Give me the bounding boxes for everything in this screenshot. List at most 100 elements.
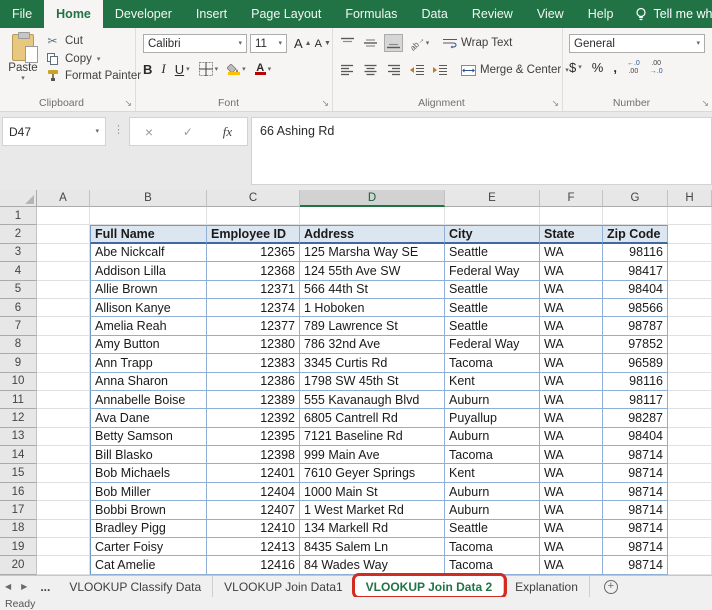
formula-input[interactable]: 66 Ashing Rd xyxy=(251,117,712,185)
row-header-10[interactable]: 10 xyxy=(0,373,37,391)
cell-F5[interactable]: WA xyxy=(540,281,603,299)
select-all-button[interactable] xyxy=(0,190,37,207)
decrease-indent-button[interactable] xyxy=(407,61,426,79)
cell-H1[interactable] xyxy=(668,207,712,225)
middle-align-button[interactable] xyxy=(361,34,380,52)
cell-D14[interactable]: 999 Main Ave xyxy=(300,446,445,464)
row-header-7[interactable]: 7 xyxy=(0,317,37,335)
cell-H4[interactable] xyxy=(668,262,712,280)
cell-F1[interactable] xyxy=(540,207,603,225)
clipboard-dialog-launcher-icon[interactable]: ↘ xyxy=(124,98,132,109)
cell-A19[interactable] xyxy=(37,538,90,556)
table-header-state[interactable]: State xyxy=(540,225,603,243)
cell-E3[interactable]: Seattle xyxy=(445,244,540,262)
cell-A18[interactable] xyxy=(37,520,90,538)
table-header-city[interactable]: City xyxy=(445,225,540,243)
name-box[interactable]: D47 ▾ xyxy=(2,117,106,146)
row-header-9[interactable]: 9 xyxy=(0,354,37,372)
cell-F16[interactable]: WA xyxy=(540,483,603,501)
cell-B7[interactable]: Amelia Reah xyxy=(90,317,207,335)
cell-F7[interactable]: WA xyxy=(540,317,603,335)
cell-C19[interactable]: 12413 xyxy=(207,538,300,556)
cell-C1[interactable] xyxy=(207,207,300,225)
cell-D12[interactable]: 6805 Cantrell Rd xyxy=(300,409,445,427)
cell-E1[interactable] xyxy=(445,207,540,225)
column-header-G[interactable]: G xyxy=(603,190,668,207)
cell-A4[interactable] xyxy=(37,262,90,280)
cell-D11[interactable]: 555 Kavanaugh Blvd xyxy=(300,391,445,409)
next-sheet-icon[interactable]: ▶ xyxy=(16,576,32,597)
cell-F20[interactable]: WA xyxy=(540,556,603,574)
cell-D17[interactable]: 1 West Market Rd xyxy=(300,501,445,519)
cell-B11[interactable]: Annabelle Boise xyxy=(90,391,207,409)
row-header-4[interactable]: 4 xyxy=(0,262,37,280)
orientation-button[interactable]: ab→ ▾ xyxy=(407,34,431,52)
font-name-select[interactable]: Calibri ▾ xyxy=(143,34,247,53)
table-header-address[interactable]: Address xyxy=(300,225,445,243)
cell-B12[interactable]: Ava Dane xyxy=(90,409,207,427)
cell-D6[interactable]: 1 Hoboken xyxy=(300,299,445,317)
font-size-select[interactable]: 11 ▾ xyxy=(250,34,287,53)
top-align-button[interactable] xyxy=(338,34,357,52)
cell-C15[interactable]: 12401 xyxy=(207,464,300,482)
cell-B16[interactable]: Bob Miller xyxy=(90,483,207,501)
cell-E17[interactable]: Auburn xyxy=(445,501,540,519)
cell-B20[interactable]: Cat Amelie xyxy=(90,556,207,574)
cell-C16[interactable]: 12404 xyxy=(207,483,300,501)
cell-G9[interactable]: 96589 xyxy=(603,354,668,372)
cell-E14[interactable]: Tacoma xyxy=(445,446,540,464)
cell-B15[interactable]: Bob Michaels xyxy=(90,464,207,482)
tell-me-box[interactable]: Tell me what you xyxy=(625,0,712,28)
cell-B18[interactable]: Bradley Pigg xyxy=(90,520,207,538)
cell-H8[interactable] xyxy=(668,336,712,354)
cell-F13[interactable]: WA xyxy=(540,428,603,446)
cell-F10[interactable]: WA xyxy=(540,373,603,391)
percent-style-button[interactable]: % xyxy=(592,60,604,75)
fill-color-button[interactable]: ▾ xyxy=(227,64,246,75)
align-right-button[interactable] xyxy=(384,61,403,79)
cell-C8[interactable]: 12380 xyxy=(207,336,300,354)
cell-B6[interactable]: Allison Kanye xyxy=(90,299,207,317)
row-header-17[interactable]: 17 xyxy=(0,501,37,519)
cell-E16[interactable]: Auburn xyxy=(445,483,540,501)
formula-bar-resize-handle[interactable]: ⋮ xyxy=(113,123,124,136)
cell-A1[interactable] xyxy=(37,207,90,225)
cell-C7[interactable]: 12377 xyxy=(207,317,300,335)
cell-F12[interactable]: WA xyxy=(540,409,603,427)
cell-F14[interactable]: WA xyxy=(540,446,603,464)
cell-A2[interactable] xyxy=(37,225,90,243)
cell-E8[interactable]: Federal Way xyxy=(445,336,540,354)
cell-A3[interactable] xyxy=(37,244,90,262)
row-header-20[interactable]: 20 xyxy=(0,556,37,574)
cell-F3[interactable]: WA xyxy=(540,244,603,262)
row-header-13[interactable]: 13 xyxy=(0,428,37,446)
cell-A10[interactable] xyxy=(37,373,90,391)
column-header-F[interactable]: F xyxy=(540,190,603,207)
cell-H10[interactable] xyxy=(668,373,712,391)
cell-H14[interactable] xyxy=(668,446,712,464)
cell-G6[interactable]: 98566 xyxy=(603,299,668,317)
increase-decimal-button[interactable]: ←.0 .00 xyxy=(627,60,640,75)
row-header-2[interactable]: 2 xyxy=(0,225,37,243)
cell-G10[interactable]: 98116 xyxy=(603,373,668,391)
cell-H5[interactable] xyxy=(668,281,712,299)
sheet-overflow-button[interactable]: ... xyxy=(32,576,58,597)
row-header-15[interactable]: 15 xyxy=(0,464,37,482)
cell-D1[interactable] xyxy=(300,207,445,225)
underline-button[interactable]: U ▾ xyxy=(175,62,190,77)
cell-G8[interactable]: 97852 xyxy=(603,336,668,354)
column-header-A[interactable]: A xyxy=(37,190,90,207)
cell-G18[interactable]: 98714 xyxy=(603,520,668,538)
cell-H7[interactable] xyxy=(668,317,712,335)
cell-C3[interactable]: 12365 xyxy=(207,244,300,262)
cell-D18[interactable]: 134 Markell Rd xyxy=(300,520,445,538)
cell-G19[interactable]: 98714 xyxy=(603,538,668,556)
cut-button[interactable]: ✂ Cut xyxy=(45,34,141,48)
cell-A11[interactable] xyxy=(37,391,90,409)
cell-B14[interactable]: Bill Blasko xyxy=(90,446,207,464)
cell-D19[interactable]: 8435 Salem Ln xyxy=(300,538,445,556)
cell-H20[interactable] xyxy=(668,556,712,574)
italic-button[interactable]: I xyxy=(161,61,165,77)
cell-A15[interactable] xyxy=(37,464,90,482)
enter-icon[interactable]: ✓ xyxy=(183,125,193,139)
